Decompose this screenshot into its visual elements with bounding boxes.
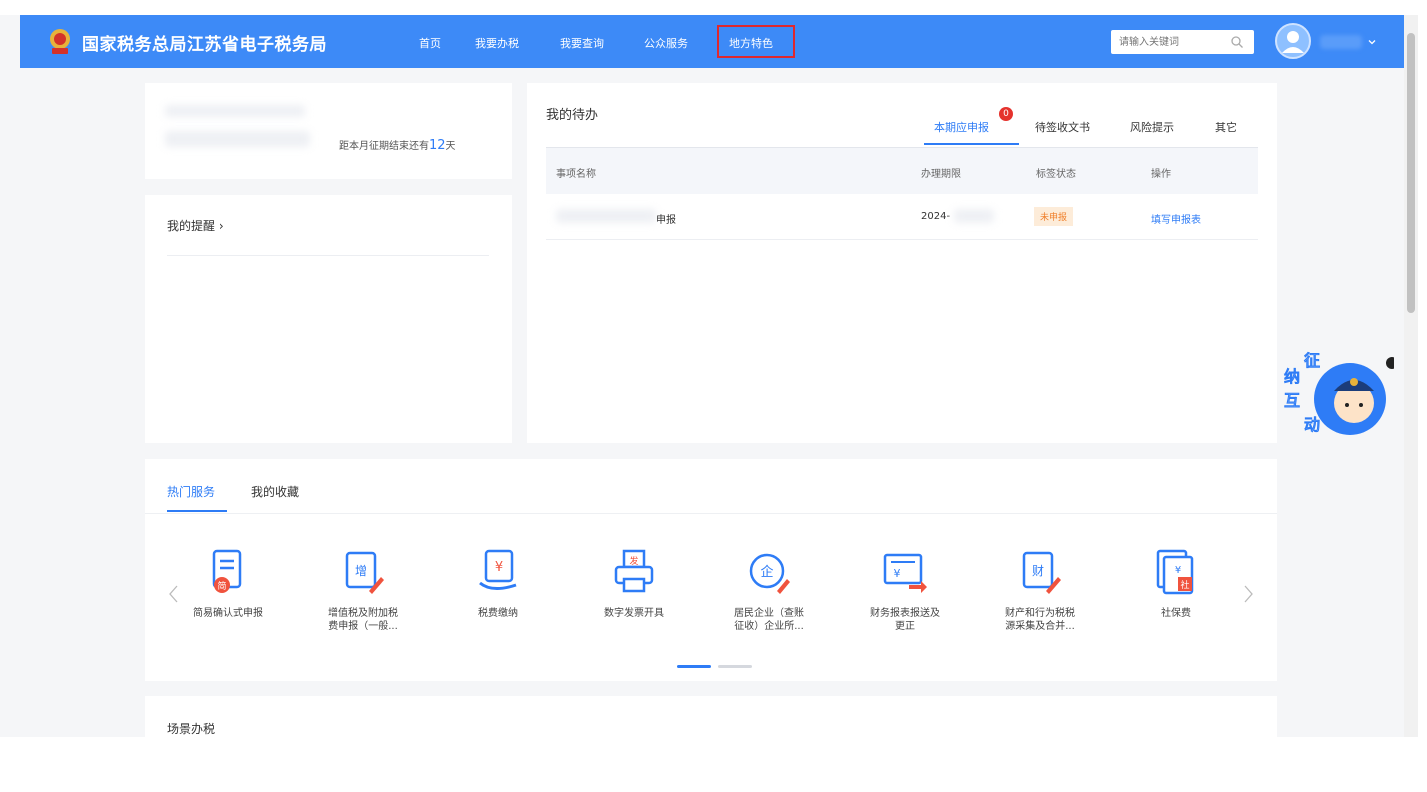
user-avatar[interactable] — [1275, 23, 1311, 59]
service-social-security[interactable]: ¥ 社 社保费 — [1128, 547, 1224, 620]
service-label: 税费缴纳 — [478, 608, 518, 619]
todo-card: 我的待办 本期应申报 0 待签收文书 风险提示 其它 事项名称 办理期限 标签状… — [527, 83, 1277, 443]
filing-countdown: 距本月征期结束还有12天 — [339, 137, 456, 153]
service-label: 居民企业（查账 征收）企业所... — [734, 608, 804, 632]
service-tab-indicator — [167, 510, 227, 512]
svg-text:¥: ¥ — [1175, 565, 1181, 576]
tab-other[interactable]: 其它 — [1215, 119, 1237, 135]
reminder-title[interactable]: 我的提醒 › — [167, 217, 224, 234]
taxpayer-name-blurred — [165, 105, 305, 117]
scene-card: 场景办税 — [145, 696, 1277, 737]
vat-doc-icon: 增 — [345, 551, 384, 594]
taxpayer-info-card: 距本月征期结束还有12天 — [145, 83, 512, 179]
table-header: 事项名称 办理期限 标签状态 操作 — [546, 148, 1258, 194]
fill-form-link[interactable]: 填写申报表 — [1151, 211, 1201, 226]
user-name-blurred[interactable] — [1320, 35, 1362, 49]
service-label: 财产和行为税税 源采集及合并... — [1005, 608, 1075, 632]
tab-current-filing[interactable]: 本期应申报 — [934, 119, 989, 135]
countdown-suffix: 天 — [445, 141, 456, 152]
service-label: 社保费 — [1161, 608, 1191, 619]
enterprise-tax-icon: 企 — [749, 553, 790, 594]
tax-payment-icon: ¥ — [479, 549, 517, 590]
assistant-char-3: 互 — [1284, 391, 1301, 411]
user-icon — [1282, 31, 1304, 53]
svg-text:财: 财 — [1032, 564, 1044, 578]
assistant-char-4: 动 — [1304, 415, 1321, 435]
countdown-prefix: 距本月征期结束还有 — [339, 141, 429, 152]
nav-home[interactable]: 首页 — [419, 35, 441, 51]
vertical-scrollbar[interactable] — [1404, 15, 1418, 737]
svg-text:增: 增 — [355, 564, 367, 578]
countdown-days: 12 — [429, 138, 446, 153]
tab-my-favorites[interactable]: 我的收藏 — [251, 483, 299, 500]
tab-risk-alerts[interactable]: 风险提示 — [1130, 119, 1174, 135]
chevron-down-icon[interactable] — [1366, 36, 1378, 48]
browser-viewport: 国家税务总局江苏省电子税务局 首页 我要办税 我要查询 公众服务 地方特色 请输… — [0, 15, 1418, 737]
tab-badge: 0 — [999, 107, 1013, 121]
service-vat-filing[interactable]: 增 增值税及附加税 费申报（一般... — [315, 547, 411, 633]
tab-hot-services[interactable]: 热门服务 — [167, 483, 215, 500]
chevron-left-icon[interactable] — [167, 583, 181, 605]
scrollbar-thumb[interactable] — [1407, 33, 1415, 313]
tab-pending-docs[interactable]: 待签收文书 — [1035, 119, 1090, 135]
table-row: 申报 2024- 未申报 填写申报表 — [546, 194, 1258, 240]
svg-text:简: 简 — [217, 580, 226, 592]
service-tax-payment[interactable]: ¥ 税费缴纳 — [450, 547, 546, 620]
service-label: 增值税及附加税 费申报（一般... — [328, 608, 398, 632]
service-digital-invoice[interactable]: 发 数字发票开具 — [586, 547, 682, 620]
svg-text:¥: ¥ — [894, 567, 901, 580]
financial-report-icon: ¥ — [883, 553, 927, 593]
todo-title: 我的待办 — [546, 108, 599, 123]
col-header-status: 标签状态 — [1036, 169, 1076, 180]
reminder-card: 我的提醒 › — [145, 195, 512, 443]
col-header-action: 操作 — [1151, 169, 1171, 180]
social-security-icon: ¥ 社 — [1156, 549, 1194, 595]
scene-title: 场景办税 — [167, 722, 216, 736]
assistant-char-2: 征 — [1304, 351, 1321, 371]
svg-text:¥: ¥ — [495, 560, 503, 575]
nav-highlight-box — [717, 25, 795, 58]
col-header-deadline: 办理期限 — [921, 169, 961, 180]
svg-text:社: 社 — [1180, 579, 1189, 591]
search-box[interactable] — [1111, 30, 1254, 55]
service-label: 简易确认式申报 — [193, 608, 263, 619]
carousel-dot[interactable] — [718, 665, 752, 668]
tax-interaction-assistant[interactable]: 纳 征 互 动 — [1284, 347, 1398, 445]
service-simple-confirm-filing[interactable]: 简 简易确认式申报 — [180, 547, 276, 620]
taxpayer-id-blurred — [165, 131, 310, 147]
tab-active-indicator — [924, 143, 1019, 145]
item-name: 申报 — [656, 215, 676, 226]
nav-public-service[interactable]: 公众服务 — [644, 35, 688, 51]
services-card: 热门服务 我的收藏 简 简易确认式申报 增 增值税及附加税 费申报（一般... … — [145, 459, 1277, 681]
svg-text:发: 发 — [629, 555, 638, 567]
service-label: 数字发票开具 — [604, 608, 664, 619]
service-property-behavior-tax[interactable]: 财 财产和行为税税 源采集及合并... — [992, 547, 1088, 633]
item-deadline: 2024- — [921, 211, 951, 222]
scroll-doc-icon: 简 — [212, 549, 242, 593]
chevron-right-icon[interactable] — [1241, 583, 1255, 605]
item-name-blurred — [556, 209, 656, 223]
tax-emblem-icon — [50, 29, 70, 54]
service-label: 财务报表报送及 更正 — [870, 608, 940, 632]
deadline-blurred — [954, 209, 994, 223]
divider — [167, 255, 489, 256]
col-header-name: 事项名称 — [556, 169, 596, 180]
divider — [145, 513, 1277, 514]
svg-text:企: 企 — [760, 564, 773, 580]
nav-do-tax[interactable]: 我要办税 — [475, 35, 519, 51]
assistant-mascot-icon — [1314, 357, 1398, 435]
service-financial-report[interactable]: ¥ 财务报表报送及 更正 — [857, 547, 953, 633]
search-icon[interactable] — [1230, 35, 1244, 49]
search-input[interactable] — [1111, 30, 1221, 55]
nav-query[interactable]: 我要查询 — [560, 35, 604, 51]
top-header: 国家税务总局江苏省电子税务局 首页 我要办税 我要查询 公众服务 地方特色 — [20, 15, 1404, 68]
status-badge: 未申报 — [1034, 207, 1074, 226]
service-enterprise-income-tax[interactable]: 企 居民企业（查账 征收）企业所... — [721, 547, 817, 633]
carousel-dot-active[interactable] — [677, 665, 711, 668]
invoice-printer-icon: 发 — [614, 549, 654, 593]
property-tax-icon: 财 — [1022, 551, 1061, 594]
assistant-char-1: 纳 — [1284, 367, 1301, 387]
site-title[interactable]: 国家税务总局江苏省电子税务局 — [82, 30, 327, 55]
